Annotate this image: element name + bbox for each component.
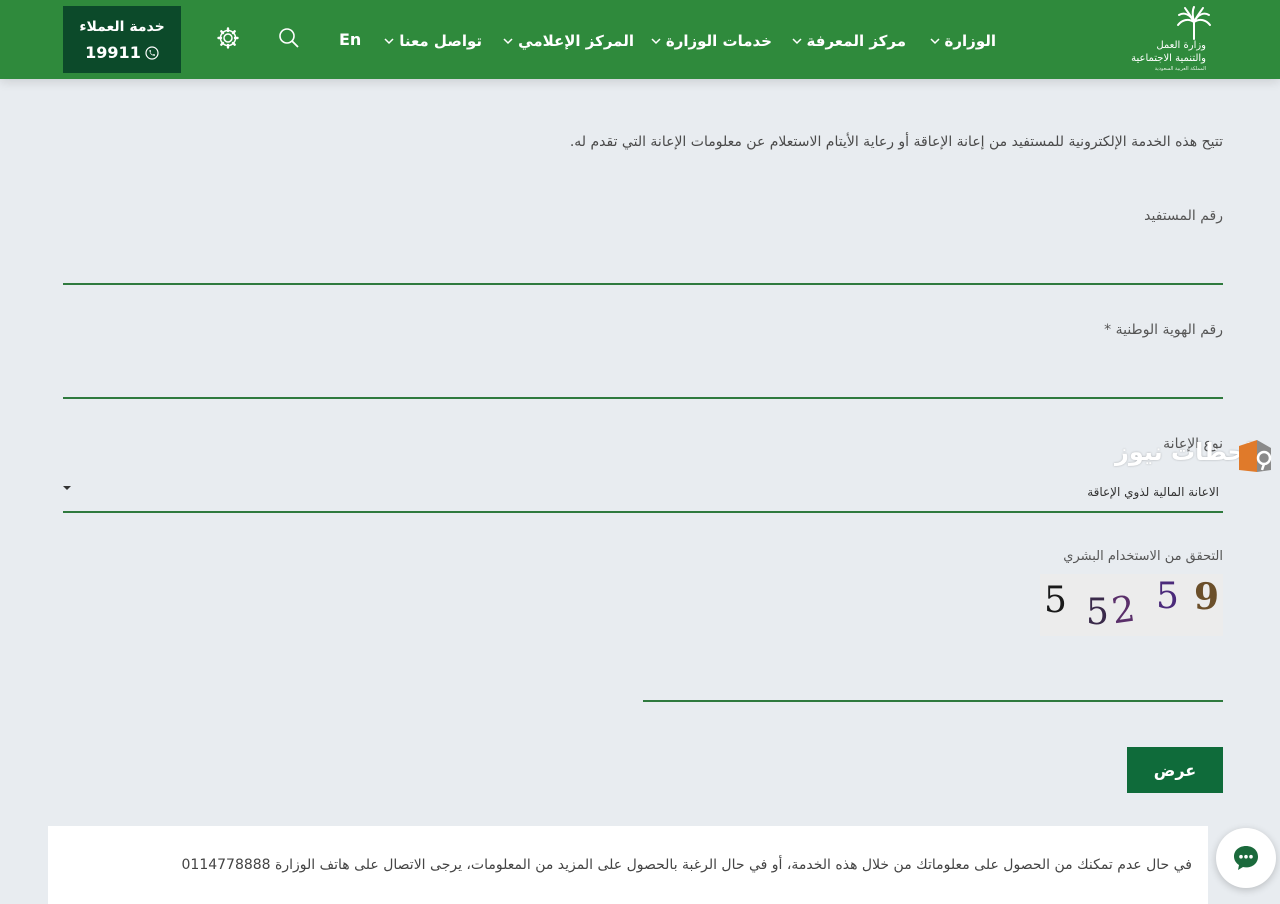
- top-header: وزارة العمل والتنمية الاجتماعية المملكة …: [0, 0, 1280, 79]
- captcha-char: 2: [1109, 588, 1138, 633]
- nav-item-ministry[interactable]: الوزارة: [929, 30, 996, 52]
- service-description: تتيح هذه الخدمة الإلكترونية للمستفيد من …: [569, 134, 1223, 150]
- captcha-label: التحقق من الاستخدام البشري: [1063, 549, 1223, 564]
- phone-icon: [145, 45, 159, 60]
- national-id-label: رقم الهوية الوطنية *: [1104, 322, 1223, 338]
- watermark: لحظات نيوز: [1115, 434, 1277, 480]
- watermark-text: لحظات نيوز: [1115, 438, 1254, 466]
- national-id-input[interactable]: [63, 359, 1223, 399]
- language-toggle[interactable]: En: [339, 30, 361, 49]
- chevron-down-icon: [930, 38, 940, 45]
- submit-button[interactable]: عرض: [1127, 747, 1223, 793]
- customer-service-box[interactable]: خدمة العملاء 19911: [63, 6, 181, 73]
- captcha-char: 5: [1086, 592, 1109, 633]
- nav-item-contact-us[interactable]: تواصل معنا: [383, 30, 482, 52]
- customer-service-number: 19911: [63, 43, 181, 62]
- aid-type-selected-value: الاعانة المالية لذوي الإعاقة: [1087, 485, 1219, 499]
- nav-label: تواصل معنا: [399, 32, 482, 50]
- chevron-down-icon: [503, 38, 513, 45]
- logo-line-2: والتنمية الاجتماعية: [1131, 53, 1206, 64]
- search-icon[interactable]: [277, 26, 301, 50]
- chat-icon: [1234, 846, 1258, 870]
- captcha-image[interactable]: 5 5 2 5 9: [1040, 574, 1223, 636]
- customer-service-label: خدمة العملاء: [79, 19, 165, 35]
- nav-label: خدمات الوزارة: [665, 32, 772, 50]
- logo-line-1: وزارة العمل: [1156, 40, 1206, 51]
- nav-label: المركز الإعلامي: [518, 32, 634, 50]
- chat-button[interactable]: [1216, 828, 1276, 888]
- beneficiary-number-label: رقم المستفيد: [1144, 208, 1223, 224]
- captcha-char: 5: [1156, 576, 1179, 617]
- captcha-input[interactable]: [643, 660, 1223, 702]
- nav-label: الوزارة: [944, 32, 996, 50]
- chevron-down-icon: [384, 38, 394, 45]
- caret-down-icon: [63, 486, 71, 490]
- gear-icon[interactable]: [216, 26, 240, 50]
- contact-notice: في حال عدم تمكنك من الحصول على معلوماتك …: [48, 826, 1208, 904]
- logo-line-3: المملكة العربية السعودية: [1154, 66, 1206, 72]
- watermark-logo-icon: [1239, 440, 1272, 472]
- captcha-char: 9: [1194, 576, 1220, 618]
- contact-notice-text: في حال عدم تمكنك من الحصول على معلوماتك …: [181, 857, 1192, 873]
- nav-item-knowledge-center[interactable]: مركز المعرفة: [791, 30, 906, 52]
- chevron-down-icon: [651, 38, 661, 45]
- ministry-logo[interactable]: وزارة العمل والتنمية الاجتماعية المملكة …: [1122, 6, 1222, 76]
- chevron-down-icon: [792, 38, 802, 45]
- palm-tree-icon: [1177, 6, 1211, 40]
- nav-label: مركز المعرفة: [806, 32, 906, 50]
- support-phone-number: 19911: [85, 43, 141, 62]
- nav-item-ministry-services[interactable]: خدمات الوزارة: [650, 30, 772, 52]
- nav-item-media-center[interactable]: المركز الإعلامي: [502, 30, 634, 52]
- beneficiary-number-input[interactable]: [63, 245, 1223, 285]
- aid-type-select[interactable]: الاعانة المالية لذوي الإعاقة: [63, 474, 1223, 513]
- captcha-char: 5: [1044, 580, 1067, 621]
